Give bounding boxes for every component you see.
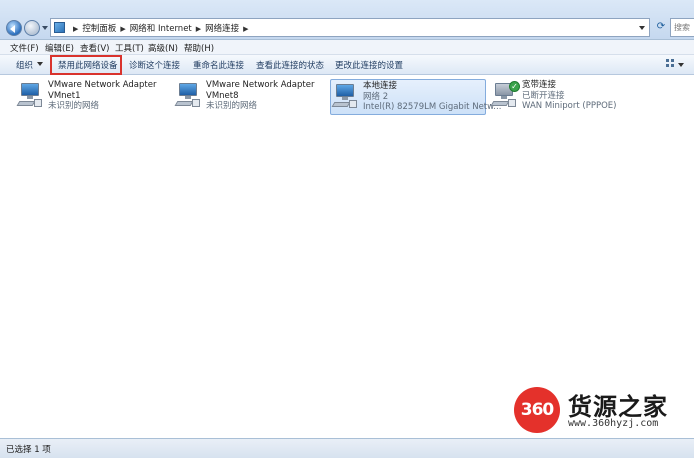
address-box[interactable]: ▶ 控制面板 ▶ 网络和 Internet ▶ 网络连接 ▶	[50, 18, 650, 37]
back-button[interactable]	[6, 20, 22, 36]
menu-advanced[interactable]: 高级(N)	[148, 42, 178, 54]
breadcrumb-arrow-icon[interactable]: ▶	[196, 25, 201, 33]
breadcrumb-arrow-icon[interactable]: ▶	[243, 25, 248, 33]
recent-pages-dropdown[interactable]	[42, 26, 48, 33]
menu-file[interactable]: 文件(F)	[10, 42, 39, 54]
change-view-icon[interactable]	[666, 59, 684, 71]
brand-name: 货源之家	[568, 393, 668, 421]
address-bar-area: ▶ 控制面板 ▶ 网络和 Internet ▶ 网络连接 ▶ ⟳ 搜索	[0, 0, 694, 40]
check-icon: ✓	[509, 81, 520, 92]
view-status-button[interactable]: 查看此连接的状态	[256, 59, 324, 71]
connection-item-local[interactable]: 本地连接 网络 2 Intel(R) 82579LM Gigabit Netw.…	[330, 79, 501, 115]
connection-name: VMware Network Adapter	[206, 80, 315, 90]
connection-item-vmnet8[interactable]: VMware Network Adapter VMnet8 未识别的网络	[174, 79, 324, 115]
connection-name: VMware Network Adapter	[48, 80, 157, 90]
menu-help[interactable]: 帮助(H)	[184, 42, 214, 54]
organize-button[interactable]: 组织	[16, 59, 43, 71]
brand-badge: 360	[514, 387, 560, 433]
connection-status: 已断开连接	[522, 90, 565, 101]
breadcrumb-arrow-icon[interactable]: ▶	[73, 25, 78, 33]
connection-name: 宽带连接	[522, 80, 557, 90]
menu-tools[interactable]: 工具(T)	[115, 42, 144, 54]
breadcrumb-network-internet[interactable]: 网络和 Internet	[130, 24, 192, 34]
connection-status: 未识别的网络	[206, 101, 258, 111]
connection-network: 网络 2	[363, 91, 389, 102]
diagnose-button[interactable]: 诊断这个连接	[129, 59, 180, 71]
change-settings-button[interactable]: 更改此连接的设置	[335, 59, 403, 71]
connection-status: 未识别的网络	[48, 101, 100, 111]
network-adapter-icon	[331, 83, 359, 109]
connection-item-vmnet1[interactable]: VMware Network Adapter VMnet1 未识别的网络	[16, 79, 166, 115]
menu-bar: 文件(F) 编辑(E) 查看(V) 工具(T) 高级(N) 帮助(H)	[0, 40, 694, 55]
control-panel-icon	[54, 22, 65, 33]
breadcrumb-network-connections[interactable]: 网络连接	[205, 24, 239, 34]
address-dropdown-icon[interactable]	[639, 26, 645, 33]
breadcrumb-arrow-icon[interactable]: ▶	[120, 25, 125, 33]
connection-item-broadband[interactable]: ✓ 宽带连接 已断开连接 WAN Miniport (PPPOE)	[490, 79, 640, 115]
connection-device: WAN Miniport (PPPOE)	[522, 101, 617, 111]
breadcrumb: ▶ 控制面板 ▶ 网络和 Internet ▶ 网络连接 ▶	[69, 22, 253, 34]
connection-device: Intel(R) 82579LM Gigabit Netw...	[363, 102, 502, 112]
selection-count: 已选择 1 项	[6, 445, 51, 455]
menu-edit[interactable]: 编辑(E)	[45, 42, 74, 54]
network-adapter-icon	[16, 82, 44, 108]
brand-url: www.360hyzj.com	[568, 418, 659, 429]
rename-button[interactable]: 重命名此连接	[193, 59, 244, 71]
forward-button[interactable]	[24, 20, 40, 36]
connection-device: VMnet1	[48, 90, 81, 101]
connection-device: VMnet8	[206, 90, 239, 101]
broadband-adapter-icon: ✓	[490, 81, 520, 108]
connection-name: 本地连接	[363, 81, 398, 91]
watermark-logo: 360 货源之家 www.360hyzj.com	[508, 384, 694, 436]
status-bar: 已选择 1 项	[0, 438, 694, 458]
search-input[interactable]: 搜索	[670, 18, 694, 37]
menu-view[interactable]: 查看(V)	[80, 42, 109, 54]
highlight-box	[50, 55, 122, 75]
network-adapter-icon	[174, 82, 202, 108]
breadcrumb-control-panel[interactable]: 控制面板	[82, 24, 116, 34]
refresh-button[interactable]: ⟳	[653, 18, 669, 37]
